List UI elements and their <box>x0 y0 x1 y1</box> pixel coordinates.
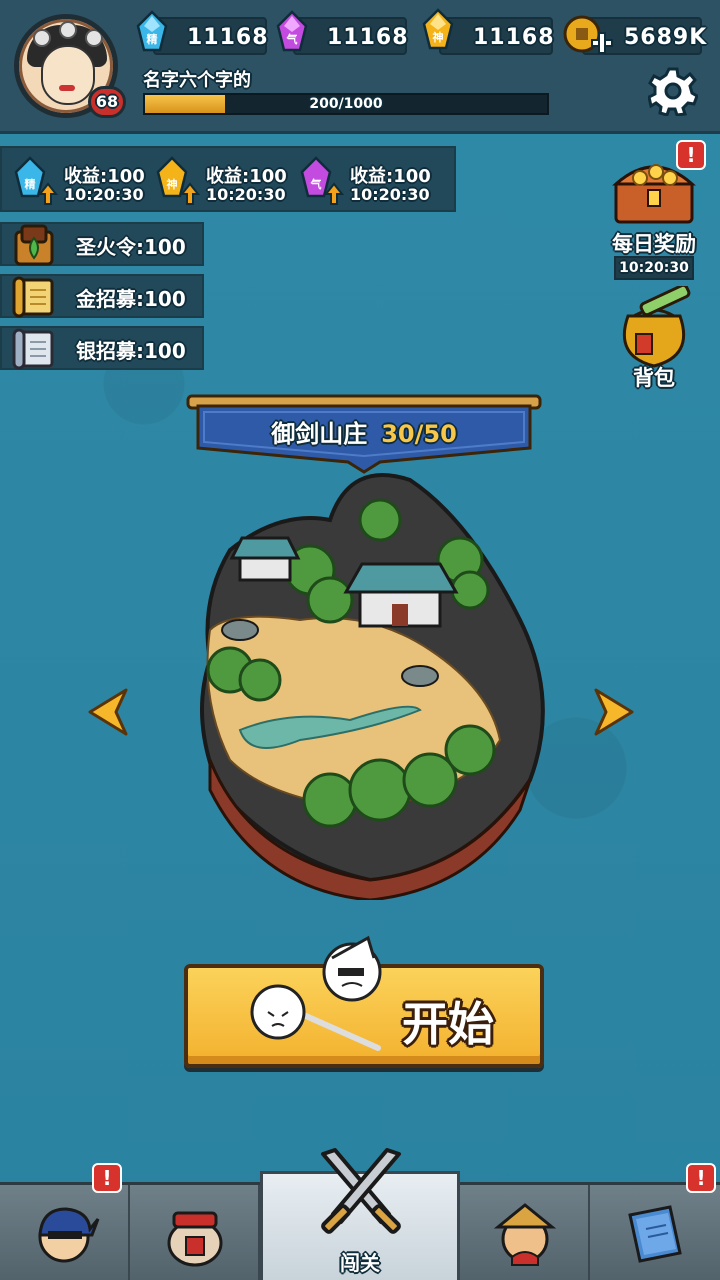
qi-crystal-up-icon: 气 <box>300 156 344 205</box>
coin-plus-icon[interactable] <box>562 12 614 60</box>
top-header: 68 11168 精 11168 气 11168 神 5689K 名字六个字的 … <box>0 0 720 134</box>
crystal-glyph: 气 <box>286 32 298 46</box>
crystal-glyph: 神 <box>433 30 444 44</box>
level-badge: 68 <box>88 86 126 118</box>
daily-reward-alert-badge: ! <box>676 140 706 170</box>
backpack-label: 背包 <box>633 366 675 390</box>
stage-island-map[interactable] <box>170 460 550 900</box>
crystal-glyph: 神 <box>167 177 178 191</box>
xp-bar: 200/1000 <box>143 93 549 115</box>
money-bag-icon <box>622 286 691 368</box>
resource-value: 11168 <box>327 25 409 50</box>
warrior-face-icon <box>493 1203 557 1266</box>
gold-scroll-icon <box>12 276 54 318</box>
tab-rank[interactable] <box>460 1185 590 1280</box>
income-timer: 10:20:30 <box>350 185 430 204</box>
backpack-button[interactable]: 背包 <box>604 286 704 390</box>
item-label: 金招募:100 <box>76 287 186 311</box>
income-timer: 10:20:30 <box>64 185 144 204</box>
book-icon <box>628 1205 682 1263</box>
bottom-nav: ! 闯关 ! <box>0 1148 720 1280</box>
resource-value: 5689K <box>624 25 708 50</box>
book-alert-badge: ! <box>686 1163 716 1193</box>
hero-alert-badge: ! <box>92 1163 122 1193</box>
stage-progress: 30/50 <box>381 420 457 448</box>
shen-crystal-up-icon: 神 <box>156 156 200 205</box>
tab-hero[interactable] <box>0 1185 130 1280</box>
ninja-hero-icon <box>38 1207 100 1263</box>
income-panel: 精 收益:100 10:20:30 神 收益:100 10:20:30 气 收益… <box>0 146 456 212</box>
resource-qi: 11168 <box>293 17 409 55</box>
tab-book[interactable] <box>590 1185 720 1280</box>
crystal-glyph: 精 <box>147 32 158 46</box>
shen-crystal-icon: 神 <box>422 8 454 50</box>
tab-stage[interactable]: 闯关 <box>260 1148 460 1280</box>
avatar-curler <box>59 21 77 39</box>
qi-crystal-icon: 气 <box>276 10 308 52</box>
jing-crystal-icon: 精 <box>136 10 168 52</box>
start-button-label: 开始 <box>402 997 494 1051</box>
item-silver-recruit[interactable]: 银招募:100 <box>0 326 204 370</box>
resource-value: 11168 <box>473 25 555 50</box>
resource-value: 11168 <box>187 25 269 50</box>
resource-shen: 11168 <box>439 17 555 55</box>
tab-stage-label: 闯关 <box>340 1251 380 1275</box>
avatar-face <box>41 45 95 105</box>
resource-jing: 11168 <box>153 17 269 55</box>
crystal-glyph: 气 <box>310 177 322 191</box>
crossed-swords-icon <box>321 1148 401 1234</box>
wine-jar-icon <box>167 1211 223 1267</box>
jing-crystal-up-icon: 精 <box>14 156 58 205</box>
small-pavilion-icon <box>229 536 301 582</box>
next-stage-arrow-icon[interactable] <box>592 686 636 738</box>
item-label: 圣火令:100 <box>76 235 186 259</box>
crystal-glyph: 精 <box>25 177 36 191</box>
fighters-icon <box>250 935 382 1051</box>
pavilion-icon <box>343 562 459 628</box>
income-timer: 10:20:30 <box>206 185 286 204</box>
item-fire-token[interactable]: 圣火令:100 <box>0 222 204 266</box>
income-shen: 神 收益:100 10:20:30 <box>154 148 294 214</box>
fire-token-icon <box>14 224 54 266</box>
prev-stage-arrow-icon[interactable] <box>86 686 130 738</box>
gear-icon[interactable] <box>648 66 698 116</box>
daily-reward-label: 每日奖励 <box>612 232 696 256</box>
tab-tavern[interactable] <box>130 1185 260 1280</box>
avatar-mouth <box>59 85 75 91</box>
stage-name: 御剑山庄 <box>271 420 368 448</box>
item-label: 银招募:100 <box>76 339 186 363</box>
avatar-curler <box>33 29 51 47</box>
avatar-curler <box>85 29 103 47</box>
daily-reward-timer: 10:20:30 <box>614 256 694 280</box>
income-qi: 气 收益:100 10:20:30 <box>298 148 448 214</box>
stage-title: 御剑山庄 30/50 <box>184 414 544 449</box>
item-gold-recruit[interactable]: 金招募:100 <box>0 274 204 318</box>
silver-scroll-icon <box>12 328 54 370</box>
xp-text: 200/1000 <box>309 96 383 112</box>
player-name: 名字六个字的 <box>143 70 251 91</box>
start-button[interactable]: 开始 <box>184 935 544 1068</box>
income-jing: 精 收益:100 10:20:30 <box>12 148 152 214</box>
